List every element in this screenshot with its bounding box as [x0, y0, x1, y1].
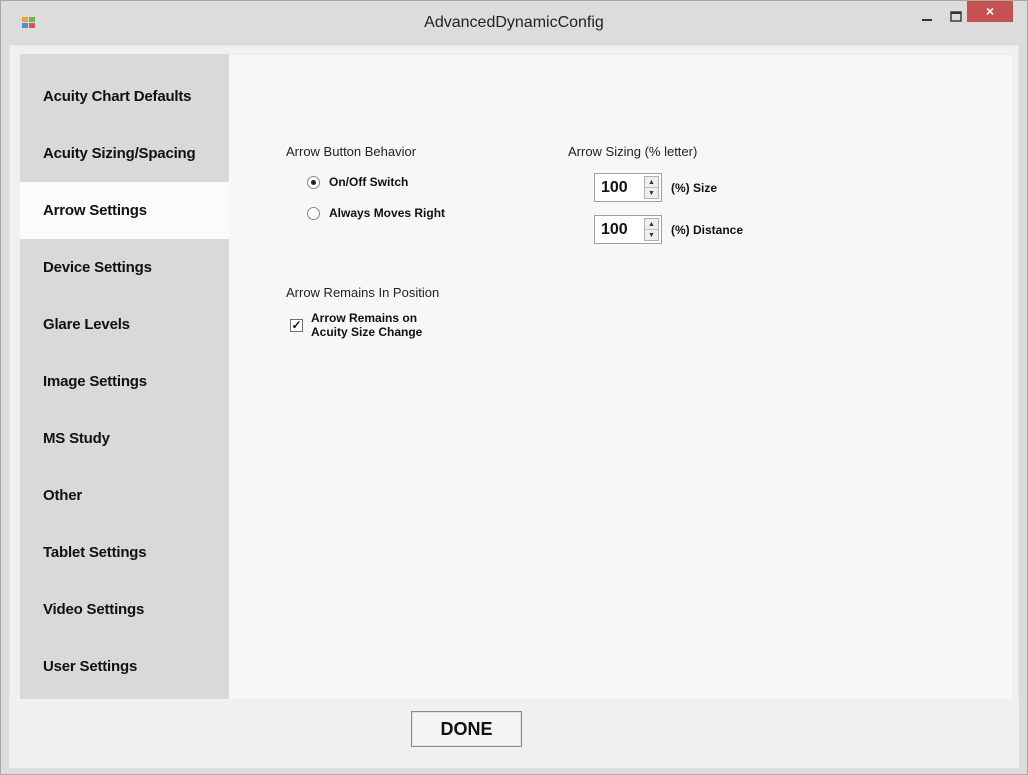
tab-label: User Settings	[43, 658, 138, 675]
arrow-remains-checkbox-row[interactable]: ✓ Arrow Remains on Acuity Size Change	[290, 311, 422, 339]
size-spin-buttons: ▲ ▼	[644, 176, 659, 199]
radio-label: On/Off Switch	[329, 175, 409, 189]
radio-button[interactable]	[307, 206, 320, 220]
radio-label: Always Moves Right	[329, 206, 446, 220]
app-window: AdvancedDynamicConfig × Acuity Chart Def…	[0, 0, 1028, 775]
tab-user-settings[interactable]: User Settings	[20, 638, 230, 695]
checkbox-checked-icon[interactable]: ✓	[290, 318, 303, 332]
radio-button-selected[interactable]	[307, 175, 320, 189]
radio-always-moves-right[interactable]: Always Moves Right	[307, 206, 445, 220]
size-spinner: 100 ▲ ▼ (%) Size	[594, 173, 717, 202]
size-value[interactable]: 100	[601, 179, 628, 197]
tab-label: Device Settings	[43, 259, 152, 276]
radio-on-off-switch[interactable]: On/Off Switch	[307, 175, 408, 189]
tab-label: Other	[43, 487, 83, 504]
arrow-settings-panel: Arrow Button Behavior On/Off Switch Alwa…	[229, 54, 1012, 699]
spin-up-icon[interactable]: ▲	[645, 219, 658, 230]
tab-other[interactable]: Other	[20, 467, 230, 524]
distance-value[interactable]: 100	[601, 221, 628, 239]
tab-label: Arrow Settings	[43, 202, 147, 219]
arrow-remains-in-position-label: Arrow Remains In Position	[286, 285, 440, 300]
minimize-icon[interactable]	[917, 7, 937, 27]
checkbox-label-line1: Arrow Remains on	[311, 311, 418, 325]
tab-label: Acuity Sizing/Spacing	[43, 145, 196, 162]
checkbox-label: Arrow Remains on Acuity Size Change	[311, 311, 422, 339]
distance-spin-buttons: ▲ ▼	[644, 218, 659, 241]
done-button[interactable]: DONE	[411, 711, 522, 747]
arrow-button-behavior-label: Arrow Button Behavior	[286, 144, 417, 159]
distance-stepper[interactable]: 100 ▲ ▼	[594, 215, 662, 244]
tab-image-settings[interactable]: Image Settings	[20, 353, 230, 410]
spin-down-icon[interactable]: ▼	[645, 188, 658, 199]
tab-video-settings[interactable]: Video Settings	[20, 581, 230, 638]
tab-ms-study[interactable]: MS Study	[20, 410, 230, 467]
tab-label: Tablet Settings	[43, 544, 147, 561]
close-icon: ×	[985, 3, 995, 19]
maximize-icon[interactable]	[946, 7, 966, 27]
title-bar[interactable]: AdvancedDynamicConfig ×	[1, 1, 1027, 45]
tab-label: Glare Levels	[43, 316, 130, 333]
checkbox-label-line2: Acuity Size Change	[311, 325, 423, 339]
tab-label: MS Study	[43, 430, 110, 447]
size-label: (%) Size	[671, 180, 718, 195]
tab-acuity-sizing-spacing[interactable]: Acuity Sizing/Spacing	[20, 125, 230, 182]
spin-down-icon[interactable]: ▼	[645, 230, 658, 241]
tab-acuity-chart-defaults[interactable]: Acuity Chart Defaults	[20, 68, 230, 125]
tab-strip: Acuity Chart Defaults Acuity Sizing/Spac…	[20, 54, 230, 699]
tab-label: Acuity Chart Defaults	[43, 88, 192, 105]
distance-label: (%) Distance	[671, 222, 744, 237]
tab-label: Image Settings	[43, 373, 147, 390]
arrow-sizing-label: Arrow Sizing (% letter)	[568, 144, 698, 159]
tab-glare-levels[interactable]: Glare Levels	[20, 296, 230, 353]
distance-spinner: 100 ▲ ▼ (%) Distance	[594, 215, 743, 244]
tab-arrow-settings[interactable]: Arrow Settings	[20, 182, 230, 239]
close-button[interactable]: ×	[967, 1, 1013, 22]
tab-device-settings[interactable]: Device Settings	[20, 239, 230, 296]
spin-up-icon[interactable]: ▲	[645, 177, 658, 188]
tab-label: Video Settings	[43, 601, 145, 618]
tab-tablet-settings[interactable]: Tablet Settings	[20, 524, 230, 581]
window-title: AdvancedDynamicConfig	[424, 14, 604, 31]
size-stepper[interactable]: 100 ▲ ▼	[594, 173, 662, 202]
